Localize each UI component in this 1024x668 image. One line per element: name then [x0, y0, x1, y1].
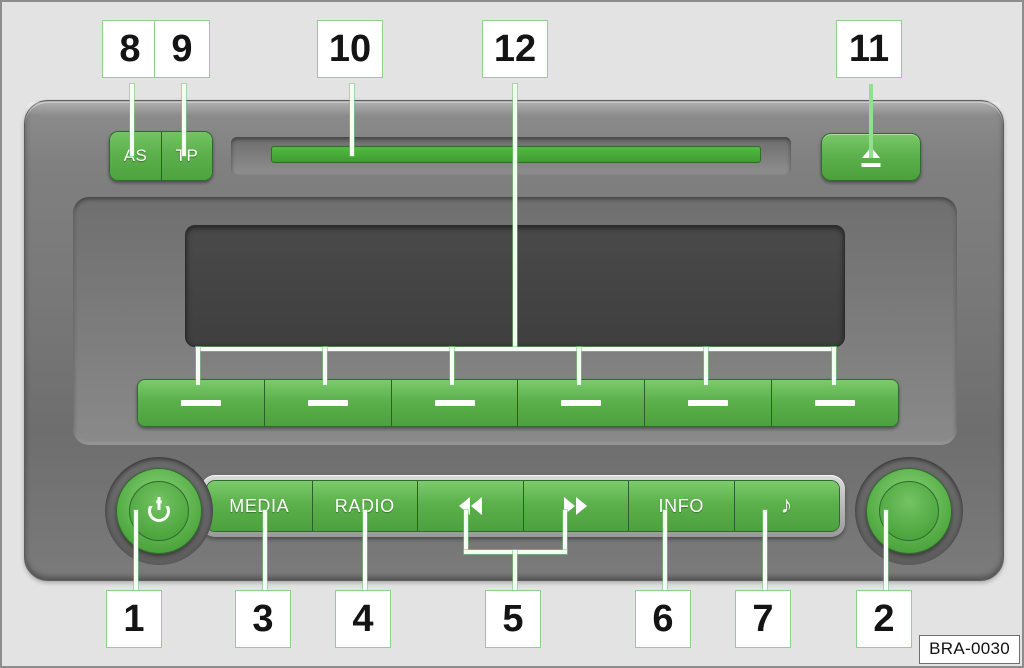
preset-button-6[interactable]: [771, 380, 898, 426]
figure-canvas: AS TP MEDIA RADIO INFO ♪ 8 9 10 12 11 1 …: [0, 0, 1024, 668]
leader-line-5-left: [464, 510, 468, 552]
sound-button[interactable]: ♪: [733, 481, 839, 531]
leader-line-12-trunk: [513, 84, 517, 349]
leader-line-5-stem: [513, 550, 517, 592]
preset-button-3[interactable]: [390, 380, 518, 426]
rewind-button[interactable]: [417, 481, 523, 531]
leader-line-12-drop-3: [450, 347, 454, 385]
tp-button[interactable]: TP: [161, 132, 212, 180]
leader-line-12-drop-4: [577, 347, 581, 385]
control-bar-housing: MEDIA RADIO INFO ♪: [201, 475, 845, 537]
preset-button-5[interactable]: [644, 380, 772, 426]
callout-6: 6: [635, 590, 691, 648]
leader-line-12-drop-6: [832, 347, 836, 385]
leader-line-10: [350, 84, 354, 156]
figure-id-label: BRA-0030: [919, 635, 1020, 664]
as-button[interactable]: AS: [110, 132, 161, 180]
leader-line-11: [869, 84, 873, 158]
callout-4: 4: [335, 590, 391, 648]
leader-line-12-drop-5: [704, 347, 708, 385]
leader-line-4: [363, 510, 367, 592]
leader-line-6: [663, 510, 667, 592]
preset-button-2[interactable]: [263, 380, 391, 426]
preset-button-1[interactable]: [138, 380, 264, 426]
as-tp-button-group[interactable]: AS TP: [109, 131, 213, 181]
control-bar[interactable]: MEDIA RADIO INFO ♪: [206, 480, 840, 532]
tuning-knob[interactable]: [866, 468, 952, 554]
callout-1: 1: [106, 590, 162, 648]
callout-8: 8: [102, 20, 158, 78]
callout-5: 5: [485, 590, 541, 648]
info-button[interactable]: INFO: [628, 481, 734, 531]
tuning-knob-face[interactable]: [879, 481, 939, 541]
rewind-icon: [458, 497, 482, 515]
preset-dash-icon: [307, 400, 348, 406]
callout-11: 11: [836, 20, 902, 78]
preset-button-4[interactable]: [517, 380, 645, 426]
preset-dash-icon: [561, 400, 602, 406]
preset-dash-icon: [180, 400, 221, 406]
media-button[interactable]: MEDIA: [207, 481, 312, 531]
preset-dash-icon: [434, 400, 475, 406]
callout-10: 10: [317, 20, 383, 78]
callout-2: 2: [856, 590, 912, 648]
fast-forward-button[interactable]: [522, 481, 628, 531]
leader-line-3: [263, 510, 267, 592]
callout-9: 9: [154, 20, 210, 78]
power-volume-knob-well: [105, 457, 213, 565]
leader-line-12-bracket: [196, 347, 836, 351]
callout-3: 3: [235, 590, 291, 648]
leader-line-1: [134, 510, 138, 592]
tuning-knob-well: [855, 457, 963, 565]
music-note-icon: ♪: [780, 492, 794, 519]
preset-dash-icon: [688, 400, 729, 406]
preset-dash-icon: [815, 400, 856, 406]
callout-7: 7: [735, 590, 791, 648]
power-icon: [148, 497, 170, 522]
leader-line-8: [130, 84, 134, 156]
power-volume-knob[interactable]: [116, 468, 202, 554]
leader-line-9: [182, 84, 186, 156]
preset-buttons[interactable]: [137, 379, 899, 427]
leader-line-5-right: [563, 510, 567, 552]
leader-line-12-drop-1: [196, 347, 200, 385]
callout-12: 12: [482, 20, 548, 78]
leader-line-2: [884, 510, 888, 592]
leader-line-12-drop-2: [323, 347, 327, 385]
leader-line-7: [763, 510, 767, 592]
power-volume-knob-face[interactable]: [129, 481, 189, 541]
fast-forward-icon: [564, 497, 588, 515]
